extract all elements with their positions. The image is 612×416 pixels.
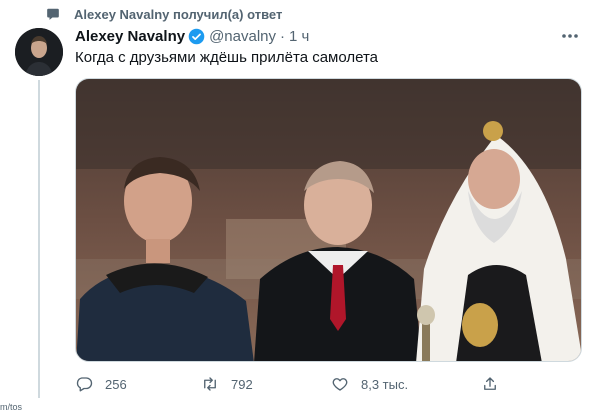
context-text[interactable]: Alexey Navalny получил(а) ответ (74, 7, 282, 22)
tweet-context: Alexey Navalny получил(а) ответ (46, 6, 282, 22)
share-button[interactable] (481, 372, 499, 396)
more-dots-icon[interactable] (560, 28, 580, 44)
avatar[interactable] (15, 28, 63, 76)
tweet-time[interactable]: 1 ч (289, 28, 309, 45)
separator-dot: · (280, 27, 286, 45)
reply-count: 256 (105, 376, 127, 392)
tweet-actions: 256 792 8,3 тыс. (75, 372, 505, 396)
reply-button[interactable]: 256 (75, 372, 127, 396)
like-button[interactable]: 8,3 тыс. (331, 372, 408, 396)
tweet-photo[interactable] (75, 78, 582, 362)
like-icon (332, 378, 348, 391)
tweet-header: Alexey Navalny @navalny · 1 ч (75, 26, 309, 46)
reply-icon (76, 377, 93, 392)
thread-line (38, 80, 40, 398)
retweet-icon (204, 377, 216, 391)
retweet-count: 792 (231, 376, 253, 392)
speech-bubble-icon (47, 8, 59, 20)
tweet-text: Когда с друзьями ждёшь прилёта самолета (75, 49, 379, 66)
author-name[interactable]: Alexey Navalny (75, 28, 185, 45)
like-count: 8,3 тыс. (361, 376, 409, 392)
share-icon (484, 377, 496, 390)
verified-badge-icon (188, 28, 205, 44)
sidebar-fragment[interactable]: m/tos (0, 402, 30, 416)
retweet-button[interactable]: 792 (201, 372, 253, 396)
author-handle[interactable]: @navalny (209, 28, 276, 45)
